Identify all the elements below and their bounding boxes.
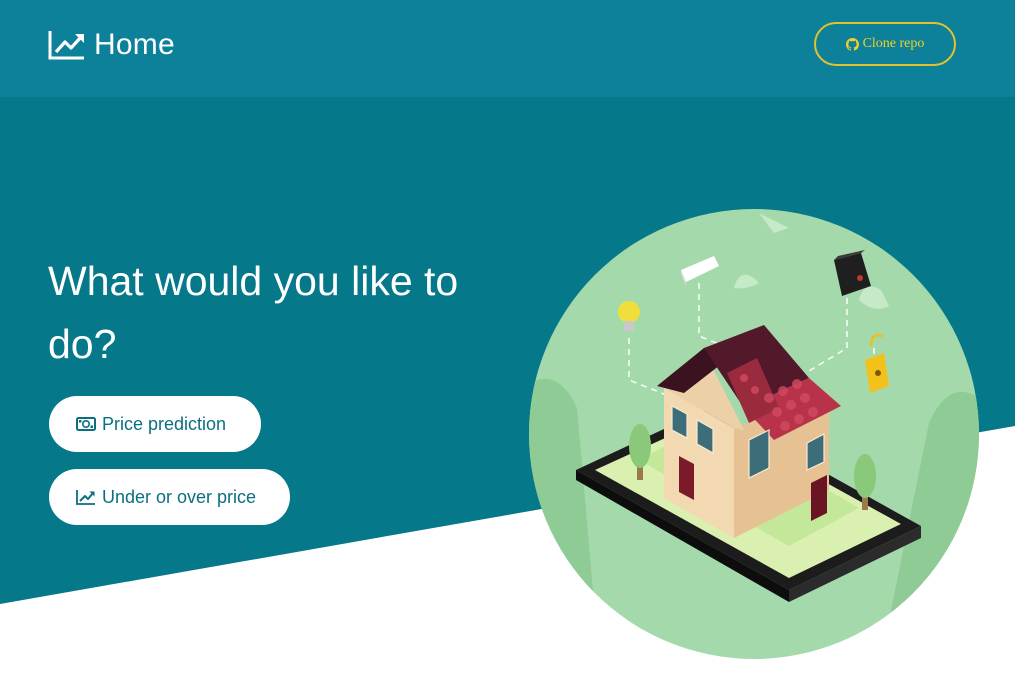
chart-line-icon (76, 490, 95, 505)
smart-home-illustration (529, 209, 979, 659)
clone-repo-label: Clone repo (862, 36, 925, 51)
price-prediction-button[interactable]: Price prediction (49, 396, 261, 452)
clone-repo-button[interactable]: Clone repo (814, 22, 956, 66)
hero-headline: What would you like to do? (48, 258, 459, 367)
page-title: Home (94, 28, 175, 61)
chart-line-icon (48, 31, 84, 60)
under-or-over-price-label: Under or over price (102, 486, 257, 507)
money-bill-icon (76, 417, 96, 431)
github-icon (845, 37, 859, 51)
home-link[interactable]: Home (48, 28, 175, 62)
page: Home Clone repo What would you like to d… (0, 0, 1015, 684)
under-or-over-price-button[interactable]: Under or over price (49, 469, 290, 525)
price-prediction-label: Price prediction (102, 413, 227, 434)
navbar: Home Clone repo (0, 0, 1015, 97)
